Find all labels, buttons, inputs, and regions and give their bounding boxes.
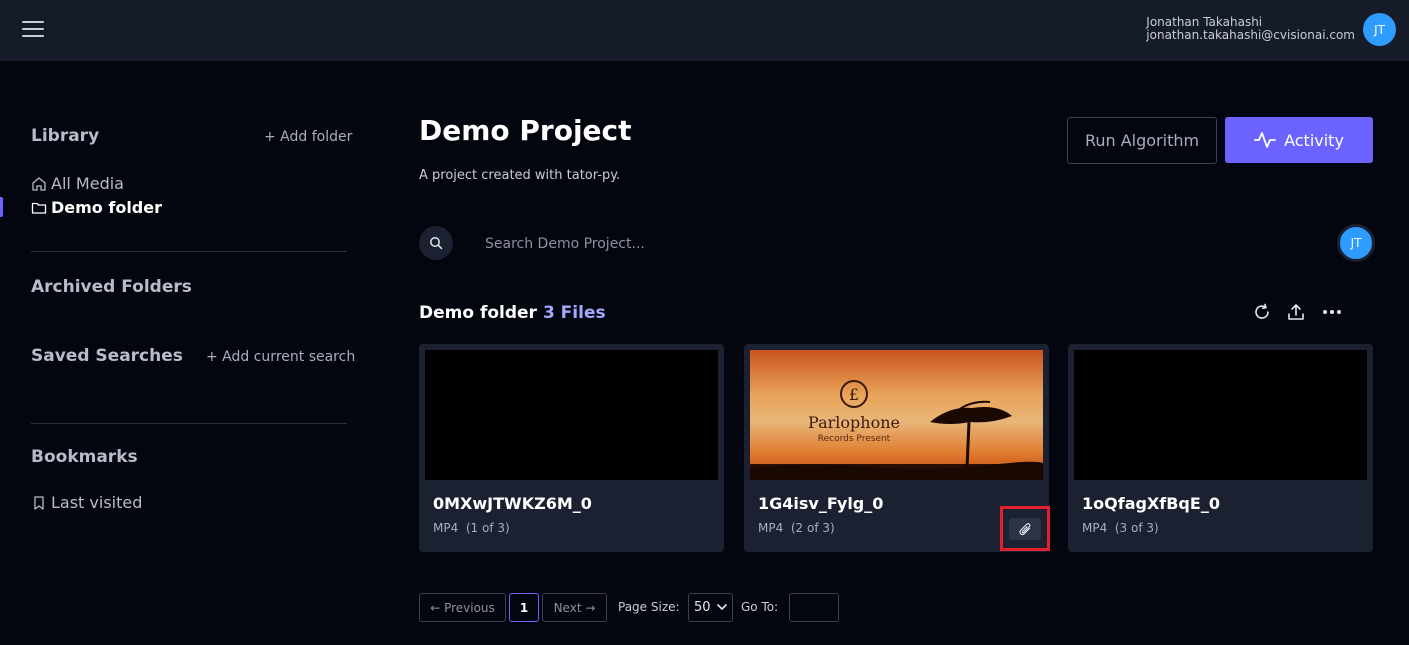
sidebar-item-demo-folder[interactable]: Demo folder — [31, 198, 162, 217]
top-header: Jonathan Takahashi jonathan.takahashi@cv… — [0, 0, 1409, 61]
bookmarks-heading: Bookmarks — [31, 447, 138, 467]
activity-button[interactable]: Activity — [1225, 117, 1373, 163]
media-card[interactable]: £ Parlophone Records Present 1G4isv_Fylg… — [744, 344, 1050, 552]
run-algorithm-button[interactable]: Run Algorithm — [1067, 117, 1217, 164]
page-1-button[interactable]: 1 — [509, 593, 539, 622]
sidebar-divider — [31, 423, 347, 424]
bookmark-icon — [34, 495, 44, 510]
thumb-brand: Parlophone — [808, 413, 900, 432]
media-meta: MP4 (1 of 3) — [433, 521, 510, 535]
search-icon[interactable] — [419, 226, 453, 260]
media-thumbnail[interactable] — [425, 350, 718, 480]
active-indicator — [0, 197, 3, 217]
user-info: Jonathan Takahashi jonathan.takahashi@cv… — [1146, 16, 1355, 42]
sidebar-item-label: All Media — [51, 174, 124, 193]
project-description: A project created with tator-py. — [419, 168, 621, 183]
page-size-select[interactable]: 50 — [688, 593, 733, 622]
activity-label: Activity — [1284, 130, 1344, 150]
sidebar-item-all-media[interactable]: All Media — [31, 174, 124, 193]
media-card[interactable]: 1oQfagXfBqE_0 MP4 (3 of 3) — [1068, 344, 1373, 552]
activity-icon — [1254, 132, 1276, 148]
svg-text:£: £ — [849, 385, 859, 404]
filter-user-avatar[interactable]: JT — [1337, 224, 1375, 262]
page-size-label: Page Size: — [618, 600, 680, 614]
previous-page-button[interactable]: ← Previous — [419, 593, 506, 622]
home-icon — [32, 176, 46, 191]
paperclip-icon — [1019, 522, 1031, 535]
next-page-button[interactable]: Next → — [542, 593, 607, 622]
page-title: Demo Project — [419, 114, 632, 147]
folder-name: Demo folder — [419, 303, 537, 323]
media-thumbnail[interactable] — [1074, 350, 1367, 480]
bookmark-last-visited[interactable]: Last visited — [31, 493, 142, 512]
search-input[interactable] — [470, 228, 970, 260]
refresh-icon[interactable] — [1252, 302, 1272, 322]
archived-folders-heading[interactable]: Archived Folders — [31, 277, 192, 297]
attachment-button[interactable] — [1000, 506, 1050, 551]
bookmark-label: Last visited — [51, 493, 143, 512]
media-name[interactable]: 0MXwJTWKZ6M_0 — [433, 494, 592, 513]
library-heading: Library — [31, 126, 100, 146]
page-size-value: 50 — [694, 600, 711, 615]
saved-searches-heading: Saved Searches — [31, 346, 183, 366]
media-meta: MP4 (3 of 3) — [1082, 521, 1159, 535]
file-count: 3 Files — [542, 303, 606, 323]
add-folder-button[interactable]: + Add folder — [264, 129, 352, 145]
media-thumbnail[interactable]: £ Parlophone Records Present — [750, 350, 1043, 480]
media-name[interactable]: 1oQfagXfBqE_0 — [1082, 494, 1220, 513]
media-card[interactable]: 0MXwJTWKZ6M_0 MP4 (1 of 3) — [419, 344, 724, 552]
folder-title: Demo folder 3 Files — [419, 303, 606, 323]
sidebar-divider — [31, 251, 347, 252]
more-options-icon[interactable] — [1322, 302, 1342, 322]
chevron-down-icon — [716, 604, 727, 611]
media-meta: MP4 (2 of 3) — [758, 521, 835, 535]
hamburger-menu-icon[interactable] — [22, 21, 44, 39]
user-avatar[interactable]: JT — [1363, 13, 1396, 46]
upload-icon[interactable] — [1286, 302, 1306, 322]
sidebar-item-label: Demo folder — [51, 198, 162, 217]
goto-input[interactable] — [789, 593, 839, 622]
folder-icon — [31, 202, 47, 214]
media-name[interactable]: 1G4isv_Fylg_0 — [758, 494, 883, 513]
user-email: jonathan.takahashi@cvisionai.com — [1146, 28, 1355, 42]
thumb-tagline: Records Present — [818, 434, 891, 444]
add-current-search-button[interactable]: + Add current search — [206, 349, 355, 365]
goto-label: Go To: — [741, 600, 779, 614]
